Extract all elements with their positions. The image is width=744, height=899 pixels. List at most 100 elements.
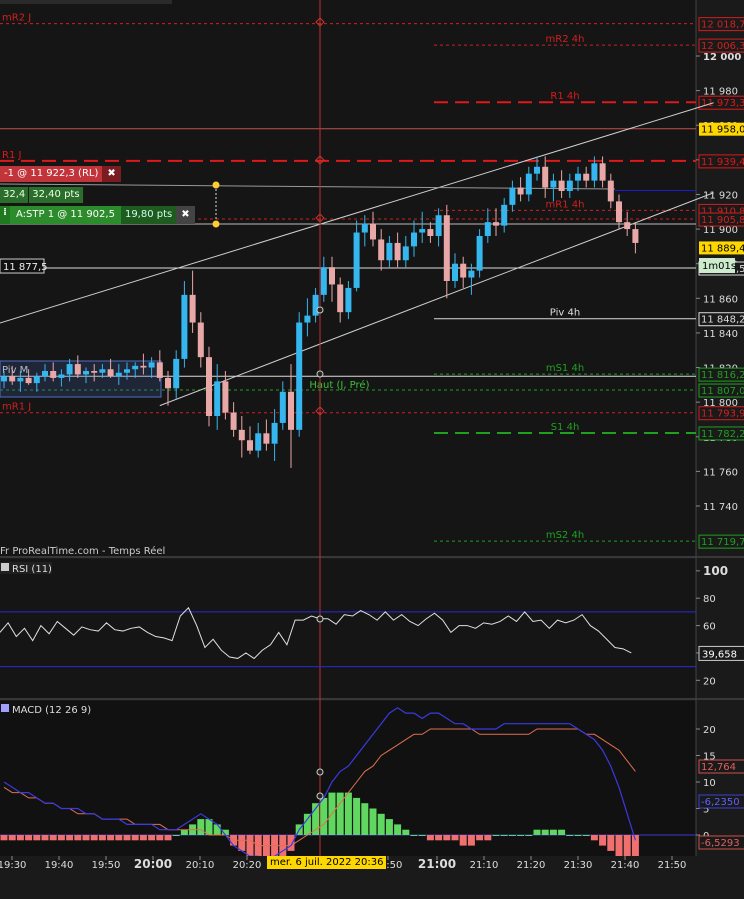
candle-body [394, 242, 401, 261]
order-line-tag[interactable]: -1 @ 11 922,3 (RL) ✖ [0, 166, 121, 182]
rsi-title: RSI (11) [12, 564, 52, 575]
price-tick-label: 11 900 [703, 225, 738, 236]
pnl-points: 32,40 pts [29, 187, 84, 203]
candle-body [591, 163, 598, 181]
candle-body [222, 381, 229, 413]
macd-histogram-bar [426, 835, 434, 841]
candle-body [468, 270, 475, 278]
macd-histogram-bar [574, 835, 582, 836]
rsi-color-icon [1, 563, 9, 571]
stop-handle [212, 220, 220, 228]
macd-histogram-bar [484, 835, 492, 841]
macd-histogram-bar [394, 824, 402, 835]
candle-body [452, 263, 458, 281]
rsi-value-label: 39,658 [702, 649, 737, 660]
macd-tick-label: 10 [703, 778, 716, 789]
macd-histogram-bar [582, 835, 590, 836]
candle-body [74, 364, 81, 375]
candle-body [197, 322, 204, 358]
candle-body [140, 365, 147, 368]
macd-histogram-bar [41, 835, 49, 841]
candle-body [173, 358, 180, 389]
macd-histogram-bar [33, 835, 41, 841]
macd-histogram-bar [90, 835, 98, 841]
macd-histogram-bar [369, 808, 377, 835]
price-tick-label: 11 760 [703, 467, 738, 478]
candle-body [550, 180, 557, 188]
macd-histogram-bar [66, 835, 74, 841]
macd-histogram-bar [205, 819, 213, 835]
macd-histogram-bar [385, 819, 393, 835]
macd-histogram-bar [0, 835, 8, 841]
candle-body [25, 377, 32, 384]
candle-body [181, 294, 188, 359]
macd-histogram-bar [57, 835, 65, 841]
trading-chart[interactable]: 11 74011 76011 78011 80011 82011 84011 8… [0, 0, 744, 899]
order-label[interactable]: -1 @ 11 922,3 (RL) [0, 166, 103, 182]
macd-histogram-bar [287, 835, 295, 851]
macd-histogram-bar [508, 835, 516, 836]
level-name: mS1 4h [546, 363, 584, 374]
macd-histogram-bar [451, 835, 459, 841]
candle-body [33, 376, 40, 384]
macd-histogram-bar [246, 835, 254, 857]
cursor-marker [316, 370, 324, 378]
candle-body [484, 222, 491, 236]
candle-body [247, 440, 253, 451]
level-price-label: 12 018,7 [701, 20, 744, 31]
candle-body [320, 267, 327, 295]
level-name: mS2 4h [546, 530, 584, 541]
stop-order-label[interactable]: A:STP 1 @ 11 902,5 [10, 206, 121, 224]
macd-histogram-bar [74, 835, 82, 841]
candle-body [107, 369, 114, 377]
cursor-marker [316, 306, 324, 314]
time-tick-label: 19:40 [45, 860, 74, 871]
macd-histogram-bar [402, 829, 410, 835]
candle-body [460, 263, 467, 278]
macd-histogram-bar [549, 829, 557, 835]
level-price-label: 11 848,2 [701, 315, 744, 326]
macd-histogram-bar [353, 797, 361, 835]
close-icon[interactable]: ✖ [102, 166, 121, 182]
stop-order-tag[interactable]: ⁞ A:STP 1 @ 11 902,5 19,80 pts ✖ [0, 206, 195, 224]
macd-histogram-bar [213, 824, 221, 835]
macd-histogram-bar [336, 792, 344, 835]
candle-body [288, 391, 294, 430]
rsi-cursor-dot [316, 615, 324, 623]
candle-body [99, 369, 106, 373]
candle-body [124, 369, 130, 373]
level-name: S1 4h [551, 422, 580, 433]
macd-histogram-bar [8, 835, 16, 841]
price-tick-label: 11 920 [703, 190, 738, 201]
candle-body [566, 180, 573, 191]
level-name: mR2 J [2, 13, 31, 24]
macd-histogram-bar [566, 835, 574, 836]
order-handle [212, 181, 220, 189]
candle-body [91, 371, 98, 373]
macd-histogram-bar [361, 803, 369, 835]
candle-body [616, 201, 622, 223]
macd-histogram-bar [197, 819, 205, 835]
candle-body [329, 267, 335, 285]
macd-histogram-bar [344, 792, 352, 835]
drag-handle-icon[interactable]: ⁞ [0, 206, 10, 224]
level-name: mR1 4h [546, 199, 585, 210]
level-name: Piv 4h [550, 308, 580, 319]
candle-body [542, 166, 549, 188]
macd-histogram-bar [139, 835, 147, 841]
close-icon[interactable]: ✖ [176, 206, 195, 224]
macd-histogram-bar [123, 835, 131, 841]
level-price-label: 11 939,4 [701, 157, 744, 168]
time-tick-label: 19:50 [92, 860, 121, 871]
last-price-label: 11 877,5 [3, 262, 48, 273]
macd-cursor-dot [316, 768, 324, 776]
macd-histogram-bar [16, 835, 24, 841]
candle-body [534, 166, 540, 174]
macd-histogram-bar [377, 813, 385, 835]
candle-body [156, 362, 163, 378]
candle-body [255, 433, 262, 451]
stop-order-points: 19,80 pts [120, 206, 177, 224]
macd-histogram-bar [435, 835, 443, 841]
candle-body [607, 180, 614, 202]
price-panel-background [0, 0, 696, 556]
